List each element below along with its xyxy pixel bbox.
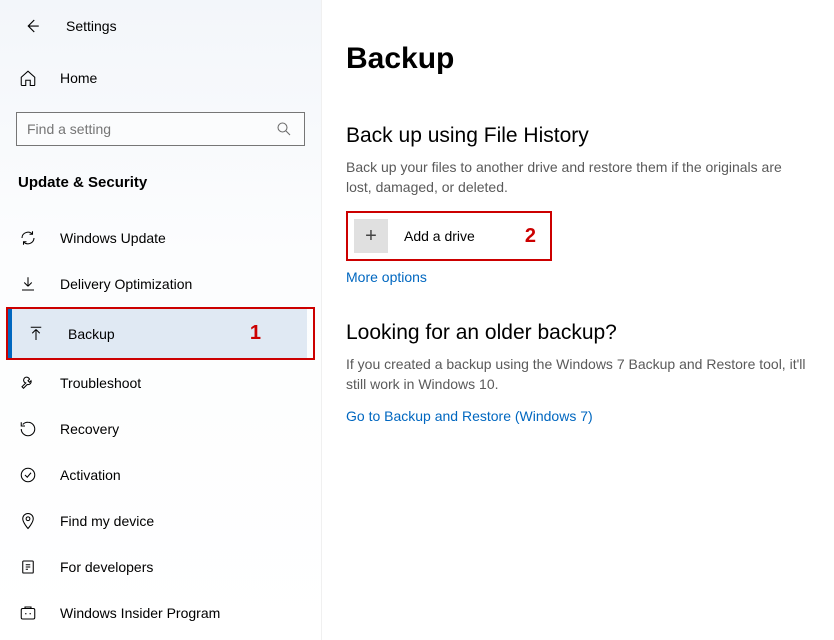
annotation-number-2: 2 [525,225,544,248]
location-icon [18,511,38,531]
search-box[interactable] [16,112,305,146]
sidebar-item-label: Windows Insider Program [60,605,220,621]
add-drive-button[interactable]: + Add a drive 2 [346,211,552,261]
back-button[interactable] [22,16,42,36]
annotation-box-1: Backup 1 [6,307,315,360]
sidebar-item-activation[interactable]: Activation [0,452,321,498]
sidebar-item-windows-insider[interactable]: Windows Insider Program [0,590,321,636]
section-file-history-title: Back up using File History [346,124,810,148]
settings-sidebar: Settings Home Update & Security Windows … [0,0,322,640]
sidebar-item-label: Find my device [60,513,154,529]
main-content: Backup Back up using File History Back u… [322,0,834,640]
sidebar-home-label: Home [60,70,97,86]
sidebar-item-windows-update[interactable]: Windows Update [0,215,321,261]
check-circle-icon [18,465,38,485]
sidebar-item-recovery[interactable]: Recovery [0,406,321,452]
sidebar-item-label: Windows Update [60,230,166,246]
sidebar-item-label: Troubleshoot [60,375,141,391]
search-input[interactable] [27,121,274,137]
developer-icon [18,557,38,577]
sidebar-item-label: For developers [60,559,153,575]
sidebar-item-delivery-optimization[interactable]: Delivery Optimization [0,261,321,307]
window-title: Settings [66,18,117,34]
insider-icon [18,603,38,623]
home-icon [18,68,38,88]
goto-backup-restore-link[interactable]: Go to Backup and Restore (Windows 7) [346,408,593,424]
section-older-backup-title: Looking for an older backup? [346,321,810,345]
wrench-icon [18,373,38,393]
search-icon [274,119,294,139]
sidebar-item-find-my-device[interactable]: Find my device [0,498,321,544]
plus-icon: + [354,219,388,253]
section-older-backup-desc: If you created a backup using the Window… [346,355,806,394]
sidebar-item-label: Activation [60,467,121,483]
add-drive-label: Add a drive [404,228,475,244]
sync-icon [18,228,38,248]
recovery-icon [18,419,38,439]
backup-arrow-icon [26,324,46,344]
annotation-number-1: 1 [250,322,289,345]
window-header: Settings [0,12,321,56]
back-arrow-icon [22,16,42,36]
download-icon [18,274,38,294]
sidebar-item-label: Delivery Optimization [60,276,192,292]
more-options-link[interactable]: More options [346,269,427,285]
sidebar-home[interactable]: Home [0,56,321,100]
sidebar-item-label: Recovery [60,421,119,437]
sidebar-item-backup[interactable]: Backup 1 [8,309,307,358]
sidebar-item-for-developers[interactable]: For developers [0,544,321,590]
sidebar-item-label: Backup [68,326,115,342]
sidebar-category: Update & Security [0,164,321,215]
sidebar-item-troubleshoot[interactable]: Troubleshoot [0,360,321,406]
section-file-history-desc: Back up your files to another drive and … [346,158,806,197]
page-title: Backup [346,42,810,76]
